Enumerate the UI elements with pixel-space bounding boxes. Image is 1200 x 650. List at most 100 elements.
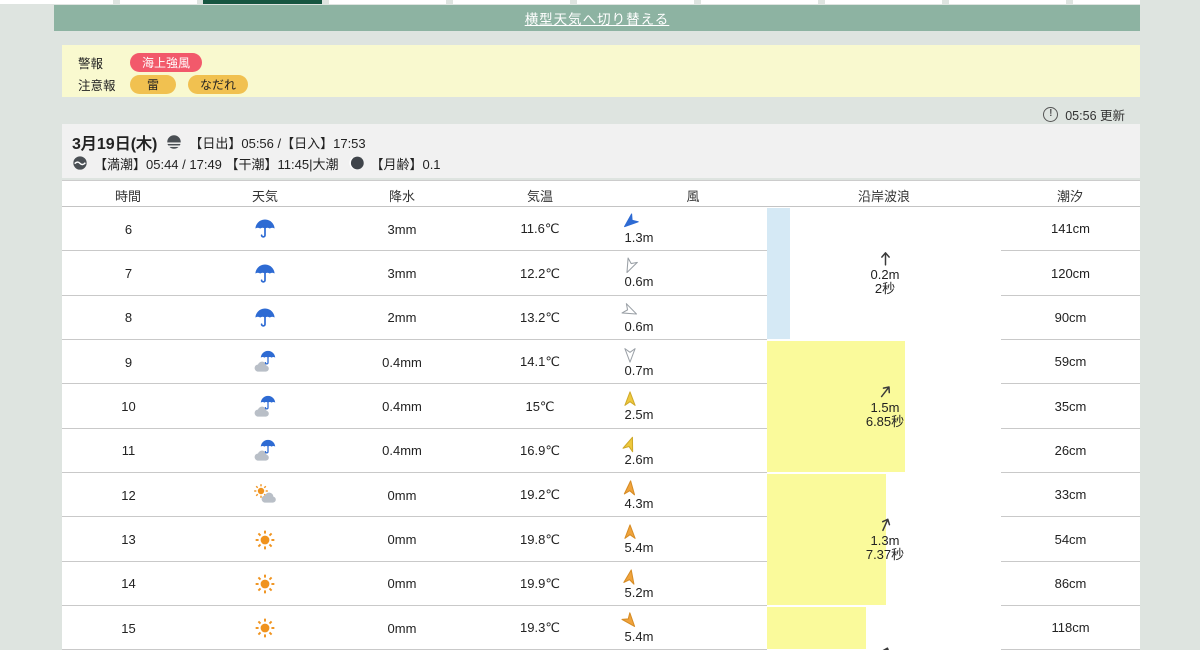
tab-fragment[interactable]	[949, 0, 1066, 4]
rain-icon	[252, 305, 278, 331]
temp-cell: 11.6℃	[520, 221, 560, 237]
precip-cell: 0.4mm	[382, 443, 422, 459]
weather-cell	[241, 562, 289, 606]
table-row: 6 3mm 11.6℃ 1.3m 141cm	[62, 207, 1140, 252]
table-row: 7 3mm 12.2℃ 0.6m 120cm	[62, 251, 1140, 296]
precip-cell: 3mm	[387, 266, 417, 282]
wind-speed: 0.6m	[624, 318, 654, 334]
switch-to-horizontal-link[interactable]: 横型天気へ切り替える	[525, 8, 670, 28]
tide-cell: 35cm	[1001, 384, 1140, 429]
tab-active-fragment[interactable]	[203, 0, 322, 4]
temp-cell: 12.2℃	[520, 265, 560, 281]
moon-phase-icon	[348, 155, 365, 171]
tab-fragment[interactable]	[453, 0, 570, 4]
precip-cell: 0mm	[387, 576, 417, 592]
tab-fragment[interactable]	[577, 0, 694, 4]
tab-fragment[interactable]	[329, 0, 446, 4]
temp-cell: 19.8℃	[520, 531, 560, 547]
date-header: 3月19日(木) 【日出】05:56 /【日入】17:53 【満潮】05:44 …	[62, 124, 1140, 178]
weather-cell	[241, 296, 289, 340]
wind-direction-icon	[621, 435, 639, 453]
warning-label: 警報	[78, 56, 104, 71]
table-row: 14 0mm 19.9℃ 5.2m 86cm	[62, 562, 1140, 607]
table-rows: 0.2m 2秒 1.5m 6.85秒 1.3m 7.37秒 6 3mm 11.6℃ 1.3m 14…	[62, 207, 1140, 650]
column-header-5: 沿岸波浪	[857, 189, 911, 204]
wind-speed: 4.3m	[624, 496, 654, 512]
wind-direction-icon	[621, 568, 639, 586]
time-cell: 6	[124, 221, 133, 237]
weather-cell	[241, 340, 289, 384]
wind-speed: 1.3m	[624, 230, 654, 245]
wind-speed: 5.2m	[624, 584, 654, 600]
column-header-3: 気温	[526, 189, 554, 204]
temp-cell: 19.9℃	[520, 575, 560, 591]
column-header-4: 風	[686, 189, 700, 204]
table-row: 8 2mm 13.2℃ 0.6m 90cm	[62, 296, 1140, 341]
temp-cell: 19.2℃	[520, 487, 560, 503]
time-cell: 10	[121, 399, 136, 415]
wind-speed: 2.5m	[624, 407, 654, 423]
table-header: 時間 天気 降水 気温 風 沿岸波浪 潮汐	[62, 181, 1140, 207]
updated-time: ! 05:56 更新	[1043, 104, 1125, 124]
tide-cell: 33cm	[1001, 473, 1140, 518]
wind-direction-icon	[621, 213, 639, 231]
time-cell: 7	[124, 266, 133, 282]
weather-cell	[241, 429, 289, 473]
tide-wave-icon	[72, 155, 88, 171]
wind-direction-icon	[621, 346, 639, 364]
precip-cell: 2mm	[387, 310, 417, 326]
table-row: 9 0.4mm 14.1℃ 0.7m 59cm	[62, 340, 1140, 385]
wind-speed: 0.6m	[624, 274, 654, 290]
wind-direction-icon	[621, 479, 639, 497]
time-cell: 11	[121, 443, 136, 459]
tab-fragment[interactable]	[701, 0, 818, 4]
sun-icon	[252, 615, 278, 641]
tide-cell: 59cm	[1001, 340, 1140, 385]
time-cell: 15	[121, 620, 136, 636]
sun-times: 【日出】05:56 /【日入】17:53	[189, 135, 366, 151]
weather-cell	[241, 606, 289, 650]
tab-fragment[interactable]	[120, 0, 197, 4]
updated-time-text: 05:56 更新	[1065, 108, 1125, 123]
precip-cell: 0mm	[387, 487, 417, 503]
precip-cell: 0.4mm	[382, 354, 422, 370]
advisory-badge[interactable]: 雷	[130, 74, 176, 94]
wind-direction-icon	[621, 302, 639, 320]
temp-cell: 19.3℃	[520, 620, 560, 636]
wind-speed: 2.6m	[624, 451, 654, 467]
table-row: 11 0.4mm 16.9℃ 2.6m 26cm	[62, 429, 1140, 474]
warning-badge[interactable]: 海上強風	[130, 52, 203, 72]
tide-cell: 54cm	[1001, 517, 1140, 562]
wind-speed: 5.4m	[624, 629, 654, 645]
tab-fragment[interactable]	[0, 0, 113, 4]
time-cell: 12	[121, 487, 136, 503]
wind-speed: 5.4m	[624, 540, 654, 556]
advisory-label: 注意報	[78, 78, 116, 93]
date-label: 3月19日(木)	[72, 136, 158, 153]
info-icon[interactable]: !	[1043, 106, 1059, 122]
column-header-0: 時間	[114, 189, 142, 204]
moon-age: 【月齢】0.1	[370, 156, 441, 172]
wind-speed: 0.7m	[624, 363, 654, 379]
column-header-6: 潮汐	[1056, 189, 1084, 204]
temp-cell: 16.9℃	[520, 442, 560, 458]
tide-cell: 26cm	[1001, 429, 1140, 474]
weather-cell	[241, 251, 289, 295]
switch-view-bar: 横型天気へ切り替える	[54, 5, 1140, 31]
weather-cell	[241, 384, 289, 428]
rain-cloud-icon	[252, 438, 278, 464]
tab-fragment[interactable]	[1073, 0, 1140, 4]
rain-icon	[252, 216, 278, 242]
table-row: 13 0mm 19.8℃ 5.4m 54cm	[62, 517, 1140, 562]
tab-fragment[interactable]	[825, 0, 942, 4]
sunrise-icon	[165, 133, 184, 151]
advisory-badge[interactable]: なだれ	[188, 74, 249, 94]
temp-cell: 15℃	[525, 398, 555, 414]
time-cell: 8	[124, 310, 133, 326]
tide-cell: 141cm	[1001, 207, 1140, 252]
sun-icon	[252, 571, 278, 597]
tide-times: 【満潮】05:44 / 17:49 【干潮】11:45|大潮	[94, 156, 339, 172]
wind-direction-icon	[621, 257, 639, 275]
temp-cell: 14.1℃	[520, 354, 560, 370]
temp-cell: 13.2℃	[520, 309, 560, 325]
